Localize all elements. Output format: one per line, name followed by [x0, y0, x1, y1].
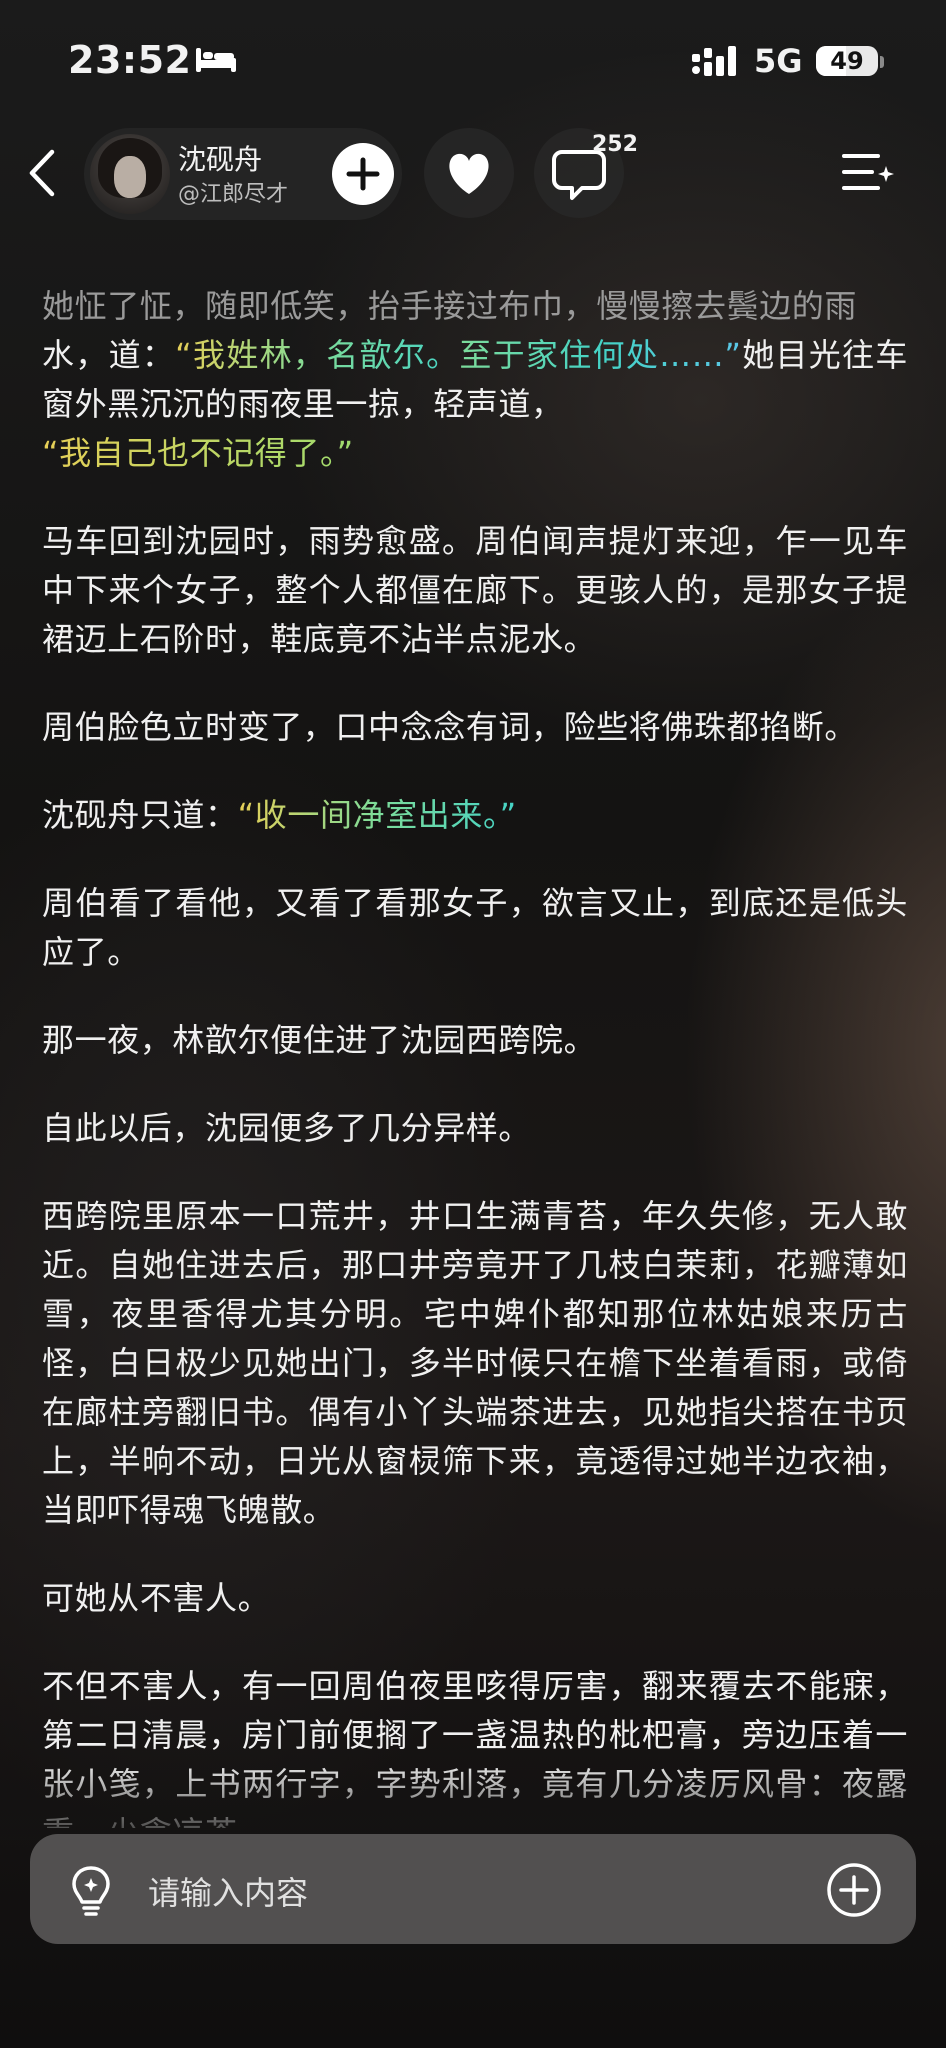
avatar[interactable]: [90, 134, 170, 214]
paragraph-2: 马车回到沈园时，雨势愈盛。周伯闻声提灯来迎，乍一见车中下来个女子，整个人都僵在廊…: [42, 522, 908, 658]
paragraph-1-line-1: 她怔了怔，随即低笑，抬手接过布巾，慢慢擦去鬓边的雨: [42, 287, 858, 325]
clock-time: 23:52: [68, 38, 192, 82]
sleep-mode-icon: [196, 48, 236, 72]
follow-button[interactable]: [332, 143, 394, 205]
lightbulb-icon[interactable]: [66, 1862, 116, 1918]
comment-input-field[interactable]: 请输入内容: [148, 1868, 308, 1914]
paragraph-4: 沈砚舟只道：“收一间净室出来。”: [42, 791, 908, 840]
author-name[interactable]: 沈砚舟: [178, 138, 262, 178]
status-bar: 23:52 5G 49: [0, 0, 946, 120]
paragraph-7: 自此以后，沈园便多了几分异样。: [42, 1109, 532, 1147]
dialogue-quote-1: “我姓林，名歆尔。: [175, 336, 460, 374]
paragraph-4-pre: 沈砚舟只道：: [42, 796, 238, 834]
comment-count: 252: [592, 132, 638, 157]
battery-icon: 49: [816, 46, 878, 76]
list-menu-icon[interactable]: [838, 146, 896, 198]
paragraph-6: 那一夜，林歆尔便住进了沈园西跨院。: [42, 1021, 597, 1059]
network-type: 5G: [754, 42, 803, 80]
paragraph-9: 可她从不害人。: [42, 1579, 271, 1617]
dialogue-quote-4: “收一间净室出来。”: [237, 796, 517, 834]
signal-strength-icon: [692, 46, 736, 76]
heart-icon: [449, 153, 489, 194]
chapter-text: 她怔了怔，随即低笑，抬手接过布巾，慢慢擦去鬓边的雨 水，道：“我姓林，名歆尔。至…: [42, 282, 908, 1828]
paragraph-1-pre: 水，道：: [42, 336, 176, 374]
like-button[interactable]: [424, 128, 514, 218]
paragraph-3: 周伯脸色立时变了，口中念念有词，险些将佛珠都掐断。: [42, 708, 858, 746]
paragraph-5: 周伯看了看他，又看了看那女子，欲言又止，到底还是低头应了。: [42, 884, 908, 971]
paragraph-8: 西跨院里原本一口荒井，井口生满青苔，年久失修，无人敢近。自她住进去后，那口井旁竟…: [42, 1197, 908, 1529]
author-handle: @江郎尽才: [178, 182, 289, 207]
content-fade-overlay: [0, 1760, 946, 1840]
avatar-face: [114, 156, 146, 198]
plus-circle-icon[interactable]: [826, 1862, 882, 1918]
plus-icon: [346, 157, 380, 191]
battery-tip: [880, 56, 884, 68]
paragraph-1: 水，道：“我姓林，名歆尔。至于家住何处……”她目光往车窗外黑沉沉的雨夜里一掠，轻…: [42, 331, 908, 478]
battery-level: 49: [830, 47, 864, 75]
dialogue-quote-2: 至于家住何处……”: [459, 336, 742, 374]
back-icon[interactable]: [22, 146, 62, 200]
dialogue-quote-3: “我自己也不记得了。”: [42, 434, 354, 472]
